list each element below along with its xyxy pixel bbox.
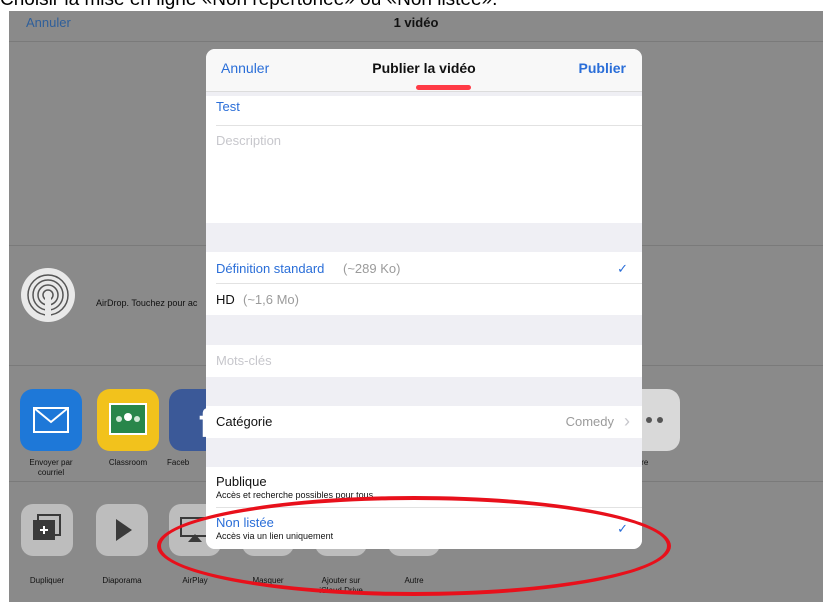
keywords-section: Mots-clés	[206, 345, 642, 377]
action-label-icloud: Ajouter sur iCloud Drive	[319, 576, 363, 595]
recording-indicator	[416, 85, 471, 90]
title-description-section: Test Description	[206, 96, 642, 223]
title-field[interactable]: Test	[216, 99, 240, 114]
divider	[9, 41, 823, 42]
action-label-other: Autre	[404, 576, 424, 585]
app-label-mail: Envoyer par courriel	[29, 458, 73, 477]
publish-video-dialog: Annuler Publier la vidéo Publier Test De…	[206, 49, 642, 549]
play-icon[interactable]	[96, 504, 148, 556]
quality-size: (~289 Ko)	[343, 261, 401, 276]
category-row[interactable]: Catégorie Comedy ›	[206, 406, 642, 438]
dialog-header: Annuler Publier la vidéo Publier	[206, 49, 642, 92]
action-label-duplicate: Dupliquer	[29, 576, 65, 585]
duplicate-icon[interactable]	[21, 504, 73, 556]
app-label-classroom: Classroom	[108, 458, 148, 467]
privacy-option-unlisted[interactable]: Non listée Accès via un lien uniquement …	[206, 508, 642, 549]
quality-section: Définition standard (~289 Ko) ✓ HD (~1,6…	[206, 252, 642, 315]
airdrop-icon[interactable]	[21, 268, 75, 322]
category-label: Catégorie	[216, 414, 273, 429]
privacy-option-public[interactable]: Publique Accès et recherche possibles po…	[206, 467, 642, 507]
top-title: 1 vidéo	[393, 15, 439, 30]
dialog-title: Publier la vidéo	[372, 60, 476, 76]
mail-icon[interactable]	[20, 389, 82, 451]
action-label-hide: Masquer	[252, 576, 284, 585]
checkmark-icon: ✓	[617, 261, 628, 276]
top-bar: Annuler 1 vidéo	[9, 11, 823, 41]
action-label-airplay: AirPlay	[182, 576, 208, 585]
instruction-caption: Choisir la mise en ligne «Non répertorié…	[0, 0, 823, 11]
privacy-name: Non listée	[216, 515, 274, 530]
share-sheet-background: Annuler 1 vidéo AirDrop. Touchez pour ac…	[9, 11, 823, 602]
category-value: Comedy	[565, 414, 614, 429]
chevron-right-icon: ›	[624, 411, 630, 431]
privacy-name: Publique	[216, 474, 267, 489]
privacy-section: Publique Accès et recherche possibles po…	[206, 467, 642, 549]
keywords-field[interactable]: Mots-clés	[216, 353, 272, 368]
classroom-icon[interactable]	[97, 389, 159, 451]
quality-size: (~1,6 Mo)	[243, 292, 299, 307]
publish-button[interactable]: Publier	[579, 60, 626, 76]
airdrop-label: AirDrop. Touchez pour ac	[96, 298, 198, 308]
privacy-description: Accès via un lien uniquement	[216, 531, 334, 541]
quality-option-hd[interactable]: HD (~1,6 Mo)	[206, 284, 642, 315]
app-label-more: tre	[639, 458, 649, 467]
quality-name: Définition standard	[216, 261, 325, 276]
divider	[216, 125, 642, 126]
action-label-slideshow: Diaporama	[102, 576, 142, 585]
quality-name: HD	[216, 292, 235, 307]
checkmark-icon: ✓	[617, 521, 628, 536]
privacy-description: Accès et recherche possibles pour tous	[216, 490, 374, 500]
description-field[interactable]: Description	[216, 133, 281, 148]
quality-option-standard[interactable]: Définition standard (~289 Ko) ✓	[206, 252, 642, 283]
